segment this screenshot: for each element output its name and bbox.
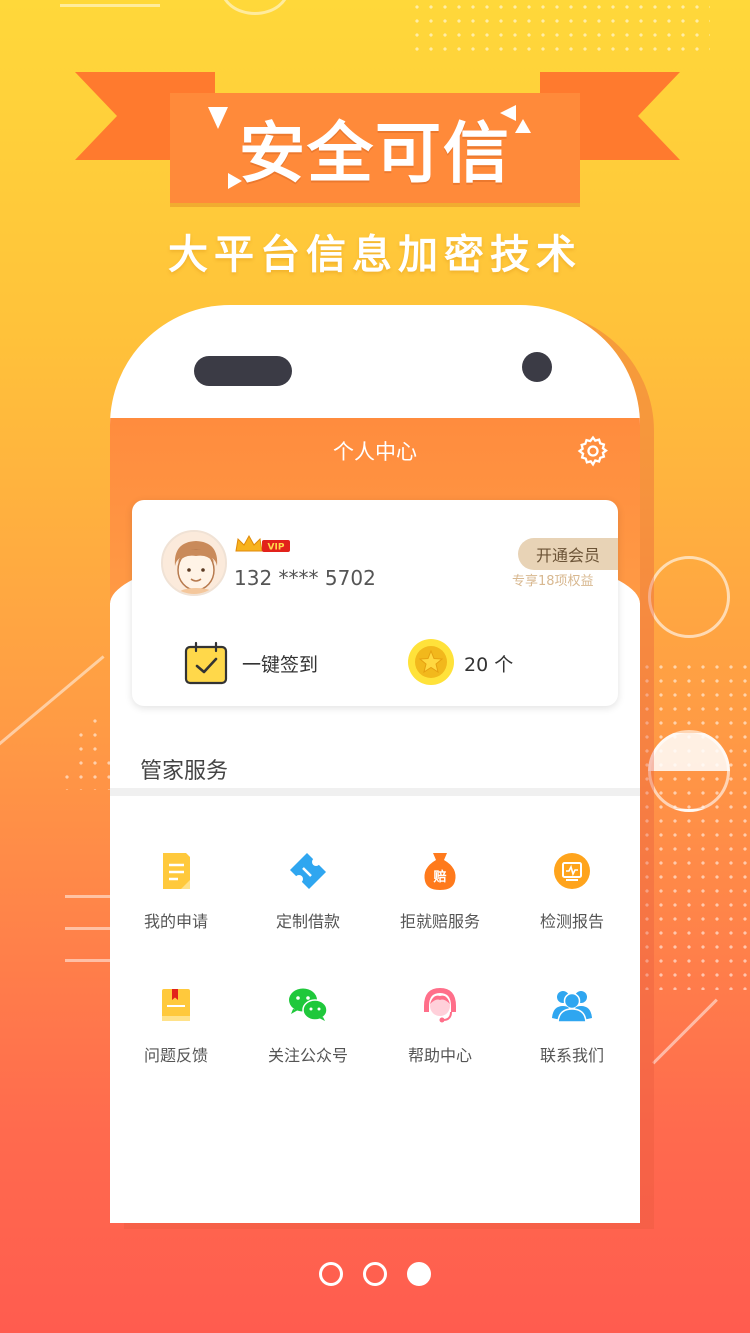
- gear-icon[interactable]: [576, 434, 610, 468]
- ribbon-triangle: [515, 119, 531, 133]
- banner-subtitle: 大平台信息加密技术: [168, 232, 582, 278]
- decor-dots: [410, 0, 710, 60]
- decor-line: [60, 4, 160, 7]
- ribbon-triangle: [208, 107, 228, 129]
- support-agent-icon: [424, 988, 456, 1023]
- service-label: 拒就赔服务: [399, 912, 480, 931]
- service-label: 检测报告: [539, 912, 604, 931]
- page-dot-2[interactable]: [363, 1262, 387, 1286]
- phone-number: 132 **** 5702: [234, 566, 376, 590]
- open-membership-button[interactable]: 开通会员: [518, 538, 618, 570]
- service-feedback[interactable]: 问题反馈: [110, 982, 242, 1092]
- phone-speaker: [194, 356, 292, 386]
- page-dot-1[interactable]: [319, 1262, 343, 1286]
- decor-lines-left: [65, 895, 115, 898]
- service-compensation[interactable]: 赔 拒就赔服务: [374, 848, 506, 958]
- profile-screen: 个人中心 VIP 132 **** 5702 开通会员 专享18项权益 一键签到…: [110, 418, 640, 1223]
- decor-circle: [220, 0, 290, 15]
- profile-card: VIP 132 **** 5702 开通会员 专享18项权益 一键签到 20 个: [132, 500, 618, 706]
- book-icon: [162, 989, 190, 1021]
- service-label: 我的申请: [143, 912, 208, 931]
- service-label: 问题反馈: [143, 1046, 208, 1065]
- banner-ribbon: 安全可信: [170, 93, 580, 203]
- service-contact-us[interactable]: 联系我们: [506, 982, 638, 1092]
- ticket-icon: [290, 853, 326, 889]
- service-my-application[interactable]: 我的申请: [110, 848, 242, 958]
- avatar-face-icon: [163, 532, 225, 594]
- service-custom-loan[interactable]: 定制借款: [242, 848, 374, 958]
- phone-camera: [522, 352, 552, 382]
- decor-circle-half: [648, 730, 730, 812]
- vip-crown-icon: VIP: [235, 534, 290, 553]
- signin-label[interactable]: 一键签到: [242, 650, 318, 677]
- phone-mockup: 个人中心 VIP 132 **** 5702 开通会员 专享18项权益 一键签到…: [110, 305, 640, 1223]
- money-bag-icon: 赔: [424, 853, 456, 890]
- users-icon: [552, 991, 592, 1023]
- decor-dots-right: [640, 660, 750, 990]
- service-label: 定制借款: [275, 912, 340, 931]
- wechat-icon: [289, 988, 328, 1021]
- page-dot-3-active[interactable]: [407, 1262, 431, 1286]
- section-title: 管家服务: [140, 759, 229, 784]
- coin-count: 20 个: [464, 654, 514, 676]
- service-label: 帮助中心: [407, 1046, 472, 1065]
- svg-text:赔: 赔: [432, 869, 446, 885]
- service-label: 关注公众号: [267, 1046, 348, 1065]
- decor-line-left: [0, 655, 105, 748]
- avatar[interactable]: [161, 530, 227, 596]
- service-wechat-follow[interactable]: 关注公众号: [242, 982, 374, 1092]
- decor-line-right: [652, 998, 718, 1065]
- screen-title: 个人中心: [333, 440, 417, 464]
- service-label: 联系我们: [539, 1046, 604, 1065]
- document-icon: [163, 853, 190, 889]
- section-divider: [110, 788, 640, 796]
- banner-title: 安全可信: [239, 115, 511, 192]
- pagination-dots: [0, 1262, 750, 1286]
- decor-circle-right: [648, 556, 730, 638]
- report-icon: [554, 853, 590, 889]
- vip-badge: VIP: [268, 543, 285, 553]
- coin-star-icon: [408, 639, 454, 685]
- calendar-check-icon[interactable]: [183, 640, 229, 686]
- service-report[interactable]: 检测报告: [506, 848, 638, 958]
- service-help-center[interactable]: 帮助中心: [374, 982, 506, 1092]
- ribbon-triangle: [500, 105, 516, 121]
- ribbon-triangle: [228, 173, 242, 189]
- membership-benefits: 专享18项权益: [512, 574, 594, 589]
